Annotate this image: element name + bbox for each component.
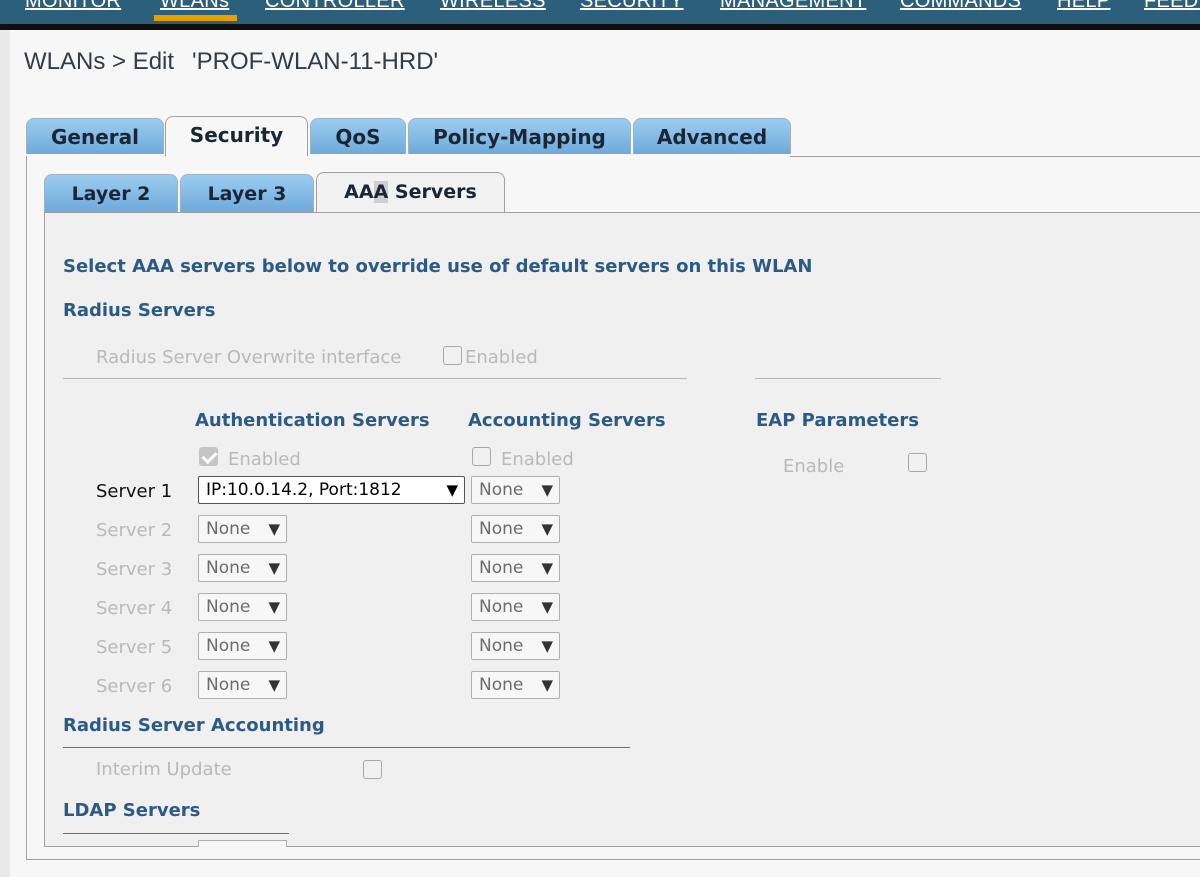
server-4-auth-select[interactable]: None ▼ bbox=[198, 593, 287, 621]
auth-enabled-checkbox[interactable] bbox=[199, 447, 218, 466]
server-4-auth-value: None bbox=[206, 597, 251, 617]
server-2-acct-value: None bbox=[479, 519, 524, 539]
chevron-down-icon: ▼ bbox=[268, 637, 280, 655]
interim-update-label: Interim Update bbox=[96, 759, 232, 780]
menu-security[interactable]: SECURITY bbox=[580, 0, 684, 13]
divider bbox=[63, 747, 630, 748]
chevron-down-icon: ▼ bbox=[541, 598, 553, 616]
server-5-acct-select[interactable]: None ▼ bbox=[471, 632, 560, 660]
acct-servers-heading: Accounting Servers bbox=[468, 410, 666, 431]
server-5-label: Server 5 bbox=[96, 637, 173, 658]
server-3-auth-select[interactable]: None ▼ bbox=[198, 554, 287, 582]
subtab-aaa-servers[interactable]: AAA Servers bbox=[316, 172, 505, 212]
eap-enable-checkbox[interactable] bbox=[908, 453, 927, 472]
tab-advanced[interactable]: Advanced bbox=[633, 118, 791, 154]
radius-accounting-heading: Radius Server Accounting bbox=[63, 715, 325, 736]
menu-feedback[interactable]: FEEDBACK bbox=[1144, 0, 1200, 13]
server-3-acct-value: None bbox=[479, 558, 524, 578]
server-5-auth-select[interactable]: None ▼ bbox=[198, 632, 287, 660]
menu-monitor[interactable]: MONITOR bbox=[25, 0, 121, 13]
overwrite-interface-checkbox[interactable] bbox=[443, 346, 462, 365]
server-2-acct-select[interactable]: None ▼ bbox=[471, 515, 560, 543]
eap-parameters-heading: EAP Parameters bbox=[756, 410, 919, 431]
chevron-down-icon: ▼ bbox=[268, 598, 280, 616]
menu-management[interactable]: MANAGEMENT bbox=[720, 0, 866, 13]
server-5-acct-value: None bbox=[479, 636, 524, 656]
ldap-servers-heading: LDAP Servers bbox=[63, 800, 201, 821]
server-3-acct-select[interactable]: None ▼ bbox=[471, 554, 560, 582]
server-2-label: Server 2 bbox=[96, 520, 173, 541]
chevron-down-icon: ▼ bbox=[541, 481, 553, 499]
server-4-label: Server 4 bbox=[96, 598, 173, 619]
ldap-server-select[interactable] bbox=[198, 840, 287, 847]
chevron-down-icon: ▼ bbox=[541, 637, 553, 655]
server-3-label: Server 3 bbox=[96, 559, 173, 580]
server-3-auth-value: None bbox=[206, 558, 251, 578]
menu-controller[interactable]: CONTROLLER bbox=[265, 0, 405, 13]
menu-wireless[interactable]: WIRELESS bbox=[440, 0, 546, 13]
server-5-auth-value: None bbox=[206, 636, 251, 656]
chevron-down-icon: ▼ bbox=[541, 559, 553, 577]
overwrite-interface-label: Radius Server Overwrite interface bbox=[96, 347, 402, 368]
server-6-auth-value: None bbox=[206, 675, 251, 695]
menu-help[interactable]: HELP bbox=[1057, 0, 1110, 13]
server-1-acct-value: None bbox=[479, 480, 524, 500]
server-1-acct-select[interactable]: None ▼ bbox=[471, 476, 560, 504]
overwrite-enabled-label: Enabled bbox=[465, 347, 538, 368]
divider bbox=[755, 378, 941, 379]
top-menu-bar: MONITOR WLANs CONTROLLER WIRELESS SECURI… bbox=[0, 0, 1200, 30]
server-4-acct-select[interactable]: None ▼ bbox=[471, 593, 560, 621]
chevron-down-icon: ▼ bbox=[446, 481, 458, 499]
eap-enable-label: Enable bbox=[783, 456, 845, 477]
tab-policy-mapping[interactable]: Policy-Mapping bbox=[408, 118, 631, 154]
divider bbox=[63, 378, 687, 379]
tab-qos[interactable]: QoS bbox=[310, 118, 406, 154]
chevron-down-icon: ▼ bbox=[268, 559, 280, 577]
server-4-acct-value: None bbox=[479, 597, 524, 617]
menu-commands[interactable]: COMMANDS bbox=[900, 0, 1021, 13]
radius-servers-heading: Radius Servers bbox=[63, 300, 216, 321]
server-1-auth-value: IP:10.0.14.2, Port:1812 bbox=[206, 480, 402, 500]
tabs-baseline bbox=[790, 156, 1200, 157]
server-6-acct-select[interactable]: None ▼ bbox=[471, 671, 560, 699]
interim-update-checkbox[interactable] bbox=[363, 760, 382, 779]
server-1-label: Server 1 bbox=[96, 481, 173, 502]
chevron-down-icon: ▼ bbox=[268, 520, 280, 538]
tab-general[interactable]: General bbox=[26, 118, 164, 154]
chevron-down-icon: ▼ bbox=[268, 676, 280, 694]
acct-enabled-checkbox[interactable] bbox=[472, 447, 491, 466]
wlan-name: 'PROF-WLAN-11-HRD' bbox=[192, 48, 439, 75]
chevron-down-icon: ▼ bbox=[541, 676, 553, 694]
chevron-down-icon: ▼ bbox=[541, 520, 553, 538]
subtab-layer-3[interactable]: Layer 3 bbox=[180, 174, 314, 212]
divider bbox=[63, 833, 289, 834]
page-title-text: WLANs > Edit bbox=[24, 48, 175, 75]
server-2-auth-select[interactable]: None ▼ bbox=[198, 515, 287, 543]
page-title: WLANs > Edit 'PROF-WLAN-11-HRD' bbox=[24, 48, 438, 76]
acct-enabled-label: Enabled bbox=[501, 449, 574, 470]
tab-security[interactable]: Security bbox=[165, 116, 308, 156]
menu-wlans[interactable]: WLANs bbox=[153, 0, 238, 21]
left-edge bbox=[0, 30, 10, 877]
subtabs-baseline bbox=[505, 212, 1200, 213]
aaa-intro-text: Select AAA servers below to override use… bbox=[63, 256, 813, 277]
auth-enabled-label: Enabled bbox=[228, 449, 301, 470]
auth-servers-heading: Authentication Servers bbox=[195, 410, 430, 431]
server-6-acct-value: None bbox=[479, 675, 524, 695]
subtab-layer-2[interactable]: Layer 2 bbox=[44, 174, 178, 212]
server-1-auth-select[interactable]: IP:10.0.14.2, Port:1812 ▼ bbox=[198, 476, 465, 504]
server-6-label: Server 6 bbox=[96, 676, 173, 697]
server-6-auth-select[interactable]: None ▼ bbox=[198, 671, 287, 699]
server-2-auth-value: None bbox=[206, 519, 251, 539]
